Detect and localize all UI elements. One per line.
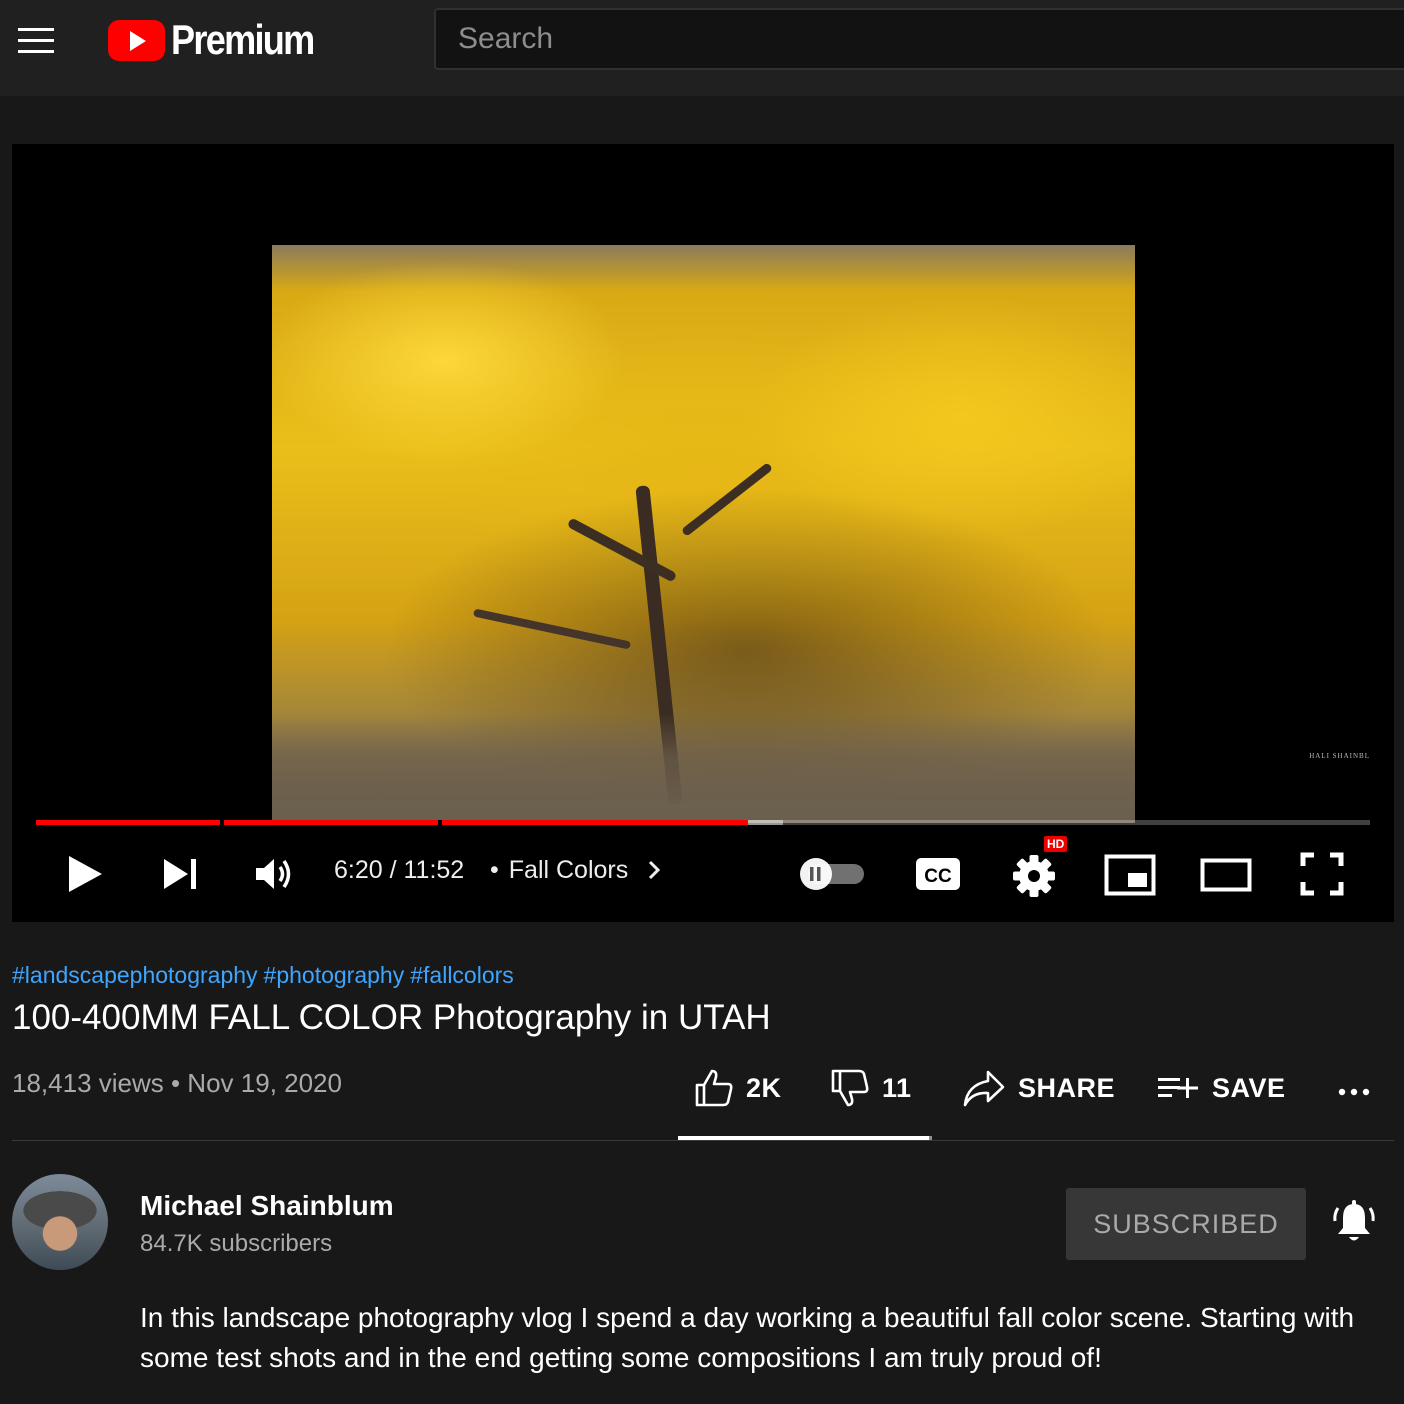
time-display: 6:20 / 11:52 — [334, 856, 465, 884]
save-button[interactable]: SAVE — [1156, 1066, 1286, 1110]
video-description: In this landscape photography vlog I spe… — [140, 1302, 1355, 1373]
top-bar: Premium — [0, 0, 1404, 96]
hashtags: #landscapephotography #photography #fallco… — [12, 962, 520, 989]
channel-name[interactable]: Michael Shainblum — [140, 1190, 394, 1222]
chapter-label: Fall Colors — [508, 856, 629, 884]
miniplayer-icon[interactable] — [1104, 854, 1156, 896]
thumbs-down-icon — [831, 1069, 869, 1107]
hashtag-link[interactable]: #photography — [264, 962, 405, 988]
video-player[interactable]: HALI SHAINBL 6:20 / 11:52 •Fall Colors — [12, 144, 1394, 922]
autoplay-toggle[interactable] — [798, 858, 866, 890]
next-icon[interactable] — [162, 856, 198, 892]
progress-played — [36, 820, 749, 825]
video-frame[interactable] — [272, 245, 1135, 823]
playlist-add-icon — [1158, 1078, 1198, 1098]
video-meta: 18,413 views • Nov 19, 2020 — [12, 1068, 342, 1098]
video-watermark: HALI SHAINBL — [1309, 752, 1370, 760]
thumbs-up-icon — [695, 1069, 733, 1107]
closed-captions-icon[interactable]: CC — [915, 856, 961, 892]
subscribed-button[interactable]: SUBSCRIBED — [1066, 1188, 1306, 1260]
hd-badge: HD — [1044, 836, 1068, 852]
channel-avatar[interactable] — [12, 1174, 108, 1270]
gear-icon[interactable] — [1012, 854, 1056, 898]
fullscreen-icon[interactable] — [1300, 852, 1344, 896]
youtube-play-logo-icon — [108, 19, 165, 61]
dislike-count: 11 — [882, 1072, 912, 1103]
like-count: 2K — [746, 1072, 782, 1103]
chapter-button[interactable]: • Fall Colors — [490, 856, 663, 885]
volume-icon[interactable] — [254, 854, 296, 894]
logo-text: Premium — [171, 16, 315, 63]
player-controls: 6:20 / 11:52 • Fall Colors CC HD — [12, 834, 1394, 914]
search-box[interactable] — [434, 8, 1404, 70]
hamburger-menu-icon[interactable] — [18, 26, 54, 54]
hashtag-link[interactable]: #landscapephotography — [12, 962, 258, 988]
share-button[interactable]: SHARE — [962, 1066, 1115, 1110]
cc-label: CC — [924, 866, 952, 887]
like-button[interactable]: 2K — [694, 1066, 782, 1110]
notification-bell-icon[interactable] — [1332, 1200, 1376, 1246]
hashtag-link[interactable]: #fallcolors — [410, 962, 514, 988]
more-horizontal-icon[interactable] — [1334, 1066, 1374, 1110]
chevron-right-icon — [649, 860, 661, 880]
play-icon[interactable] — [66, 854, 104, 894]
youtube-premium-logo[interactable]: Premium — [108, 16, 337, 63]
share-label: SHARE — [1018, 1072, 1116, 1103]
subscriber-count: 84.7K subscribers — [140, 1230, 333, 1257]
save-label: SAVE — [1212, 1072, 1286, 1103]
dislike-button[interactable]: 11 — [830, 1066, 912, 1110]
share-arrow-icon — [963, 1070, 1005, 1107]
theater-mode-icon[interactable] — [1200, 858, 1252, 892]
progress-bar[interactable] — [36, 820, 1370, 825]
search-input[interactable] — [436, 10, 1404, 68]
divider — [12, 1140, 1394, 1141]
video-title: 100-400MM FALL COLOR Photography in UTAH — [12, 998, 771, 1037]
